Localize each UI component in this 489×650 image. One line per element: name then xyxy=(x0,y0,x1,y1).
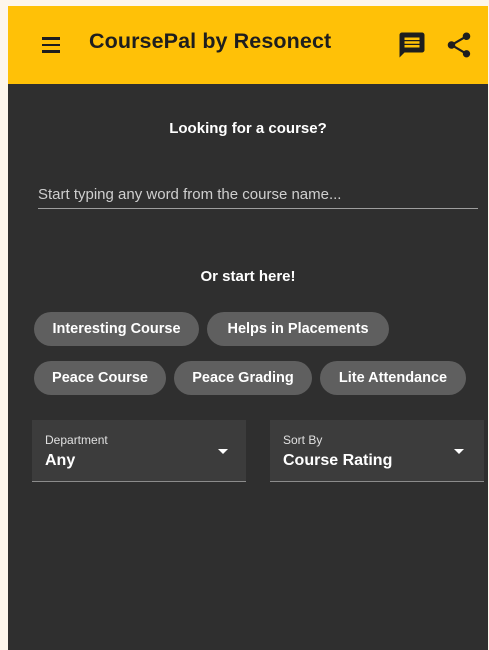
sort-by-select[interactable]: Sort By Course Rating xyxy=(270,420,484,482)
app-window: CoursePal by Resonect Looking for a cour… xyxy=(8,6,488,650)
quick-start-heading: Or start here! xyxy=(200,268,296,285)
app-title: CoursePal by Resonect xyxy=(89,29,332,53)
chip-lite-attendance[interactable]: Lite Attendance xyxy=(320,361,466,395)
chip-interesting-course[interactable]: Interesting Course xyxy=(34,312,199,346)
chip-helps-in-placements[interactable]: Helps in Placements xyxy=(207,312,389,346)
share-icon[interactable] xyxy=(444,30,474,60)
course-search-input[interactable] xyxy=(38,180,478,209)
dropdown-arrow-icon xyxy=(454,449,464,454)
menu-icon[interactable] xyxy=(40,34,66,56)
search-heading: Looking for a course? xyxy=(169,120,327,137)
department-label: Department xyxy=(45,433,108,447)
dropdown-arrow-icon xyxy=(218,449,228,454)
message-icon[interactable] xyxy=(397,30,427,60)
department-select[interactable]: Department Any xyxy=(32,420,246,482)
department-value: Any xyxy=(45,452,76,469)
sort-by-value: Course Rating xyxy=(283,452,393,469)
chip-peace-course[interactable]: Peace Course xyxy=(34,361,166,395)
chip-peace-grading[interactable]: Peace Grading xyxy=(174,361,312,395)
app-bar: CoursePal by Resonect xyxy=(8,6,488,84)
sort-by-label: Sort By xyxy=(283,433,323,447)
